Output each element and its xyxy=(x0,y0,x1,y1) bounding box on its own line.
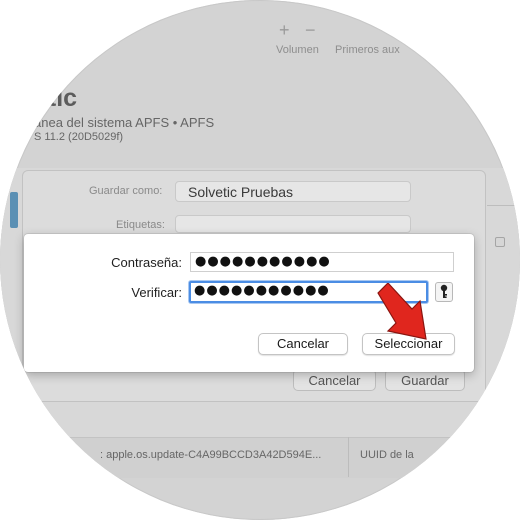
toolbar-first-aid-label[interactable]: Primeros aux xyxy=(335,44,400,56)
password-input[interactable]: ●●●●●●●●●●● xyxy=(190,252,454,272)
toolbar-volume-label[interactable]: Volumen xyxy=(276,44,319,56)
key-icon xyxy=(440,284,448,298)
tags-label: Etiquetas: xyxy=(116,219,165,231)
save-as-field[interactable]: Solvetic Pruebas xyxy=(175,181,411,202)
red-pointer-arrow-icon xyxy=(377,283,427,340)
minus-icon[interactable]: − xyxy=(305,20,316,41)
dialog-cancel-button[interactable]: Cancelar xyxy=(258,333,348,355)
info-cell-identifier: : apple.os.update-C4A99BCCD3A42D594E... xyxy=(100,449,322,461)
plus-icon[interactable]: + xyxy=(279,20,290,41)
password-assistant-button[interactable] xyxy=(435,282,453,302)
info-cell-uuid: UUID de la xyxy=(360,449,414,461)
verify-label: Verificar: xyxy=(131,285,182,300)
sheet-save-button[interactable]: Guardar xyxy=(385,369,465,391)
sidebar-selection-accent xyxy=(10,192,18,228)
volume-version: S 11.2 (20D5029f) xyxy=(34,131,124,143)
volume-title: etic xyxy=(34,84,78,112)
magnified-circle-view: + − Volumen Primeros aux etic ánea del s… xyxy=(0,0,520,520)
save-as-label: Guardar como: xyxy=(89,185,163,197)
right-panel-edge xyxy=(487,205,520,326)
background-checkbox[interactable] xyxy=(495,237,505,247)
sheet-cancel-button[interactable]: Cancelar xyxy=(293,369,376,391)
volume-subtitle: ánea del sistema APFS • APFS xyxy=(34,115,215,130)
tags-field[interactable] xyxy=(175,215,411,233)
password-label: Contraseña: xyxy=(111,255,182,270)
info-table-divider xyxy=(348,437,349,477)
